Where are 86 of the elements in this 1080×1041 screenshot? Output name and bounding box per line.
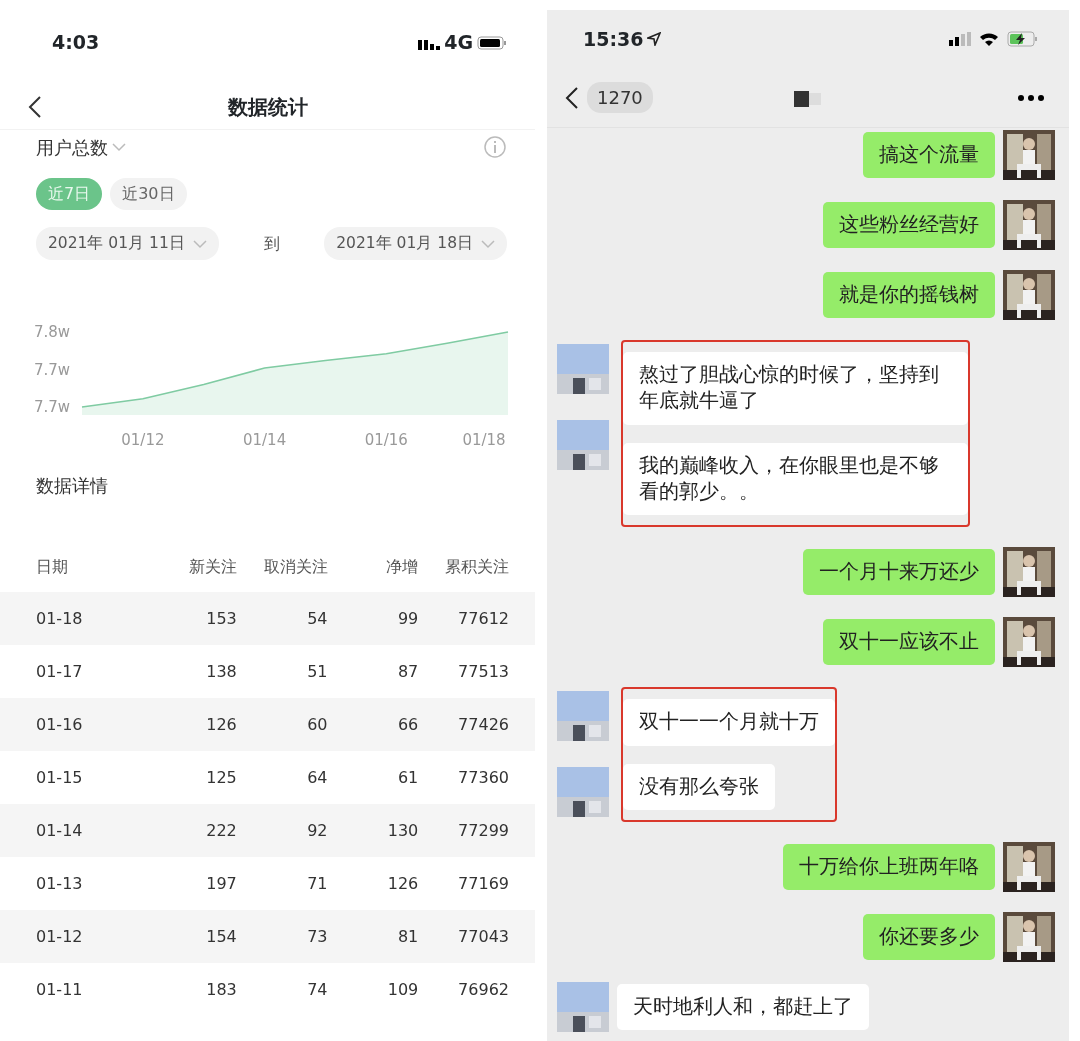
table-cell-text: 64 <box>307 766 328 789</box>
table-cell-text: 77426 <box>458 713 509 736</box>
x-axis-label: 01/12 <box>121 431 165 450</box>
table-cell-text: 54 <box>307 607 328 630</box>
table-cell-text: 183 <box>206 978 237 1001</box>
column-header: 累积关注 <box>445 556 509 579</box>
chat-bubble: 就是你的摇钱树 <box>823 271 995 319</box>
chat-bubble: 双十一一个月就十万 <box>623 699 835 746</box>
table-cell-text: 77169 <box>458 872 509 895</box>
censored-name-block <box>794 91 822 107</box>
page-title: 数据统计 <box>227 95 308 119</box>
table-cell-text: 92 <box>307 819 328 842</box>
table-cell-text: 01-16 <box>36 713 84 736</box>
table-cell-text: 76962 <box>458 978 509 1001</box>
table-cell-text: 01-17 <box>36 660 84 683</box>
x-axis-label: 01/14 <box>242 431 287 450</box>
table-cell-text: 154 <box>206 925 237 948</box>
back-icon[interactable] <box>565 85 579 110</box>
battery-icon <box>477 35 507 50</box>
table-cell-text: 61 <box>397 766 419 789</box>
table-cell-text: 01-15 <box>36 766 84 789</box>
y-axis-label: 7.7w <box>34 360 71 379</box>
wifi-icon <box>979 31 999 47</box>
chat-bubble: 我的巅峰收入，在你眼里也是不够看的郭少。。 <box>623 442 968 516</box>
x-axis-label: 01/18 <box>462 431 506 450</box>
table-cell-text: 99 <box>397 607 419 630</box>
table-cell-text: 222 <box>206 819 237 842</box>
table-cell-text: 74 <box>307 978 328 1001</box>
network-label: 4G <box>444 30 473 56</box>
table-cell-text: 87 <box>397 660 419 683</box>
table-cell-text: 77043 <box>458 925 509 948</box>
table-cell-text: 197 <box>206 872 237 895</box>
more-icon[interactable] <box>1017 93 1045 102</box>
status-time: 4:03 <box>52 30 100 56</box>
table-cell-text: 138 <box>206 660 237 683</box>
table-cell-text: 77360 <box>458 766 509 789</box>
chat-bubble: 搞这个流量 <box>863 131 995 179</box>
table-cell-text: 109 <box>387 978 419 1001</box>
y-axis-label: 7.8w <box>34 323 71 342</box>
chevron-down-icon <box>192 238 207 249</box>
chat-bubble: 熬过了胆战心惊的时候了，坚持到年底就牛逼了 <box>623 352 968 425</box>
table-cell-text: 153 <box>206 607 237 630</box>
chat-bubble: 你还要多少 <box>863 913 995 961</box>
x-axis-label: 01/16 <box>364 431 408 450</box>
table-cell-text: 77299 <box>458 819 509 842</box>
table-cell-text: 126 <box>206 713 237 736</box>
table-cell-text: 126 <box>387 872 419 895</box>
table-cell-text: 130 <box>387 819 419 842</box>
column-header: 日期 <box>36 556 69 579</box>
table-cell-text: 60 <box>307 713 328 736</box>
chat-bubble: 这些粉丝经营好 <box>823 201 995 249</box>
chat-bubble: 天时地利人和，都赶上了 <box>617 983 869 1031</box>
table-cell-text: 125 <box>206 766 237 789</box>
date-picker[interactable]: 2021年 01月 18日 <box>324 227 507 261</box>
column-header: 新关注 <box>188 556 237 579</box>
table-cell-text: 73 <box>307 925 328 948</box>
battery-charging-icon <box>1007 31 1039 47</box>
status-time: 15:36 <box>583 26 644 52</box>
y-axis-label: 7.7w <box>34 398 71 417</box>
table-cell-text: 51 <box>307 660 328 683</box>
table-cell-text: 77513 <box>458 660 509 683</box>
signal-icon <box>949 32 971 46</box>
table-cell-text: 71 <box>307 872 328 895</box>
chat-bubble: 双十一应该不止 <box>823 619 995 666</box>
table-cell-text: 66 <box>397 713 419 736</box>
range-tab[interactable]: 近30日 <box>110 178 187 210</box>
unread-count: 1270 <box>587 82 653 113</box>
location-arrow-icon <box>647 32 662 46</box>
chevron-down-icon <box>481 238 495 249</box>
back-icon[interactable] <box>28 95 42 119</box>
table-cell-text: 01-11 <box>36 978 84 1001</box>
date-separator: 到 <box>263 232 280 255</box>
metric-label: 用户总数 <box>36 135 108 160</box>
date-picker[interactable]: 2021年 01月 11日 <box>36 227 219 261</box>
chat-bubble: 一个月十来万还少 <box>803 549 995 596</box>
column-header: 净增 <box>386 556 419 579</box>
table-cell-text: 01-14 <box>36 819 84 842</box>
section-title: 数据详情 <box>35 474 109 499</box>
table-cell-text: 77612 <box>458 607 509 630</box>
table-cell-text: 81 <box>397 925 419 948</box>
chat-bubble: 十万给你上班两年咯 <box>783 843 995 891</box>
table-cell-text: 01-18 <box>36 607 84 630</box>
chat-bubble: 没有那么夸张 <box>623 763 775 810</box>
table-cell-text: 01-12 <box>36 925 84 948</box>
table-cell-text: 01-13 <box>36 872 84 895</box>
column-header: 取消关注 <box>263 556 328 579</box>
